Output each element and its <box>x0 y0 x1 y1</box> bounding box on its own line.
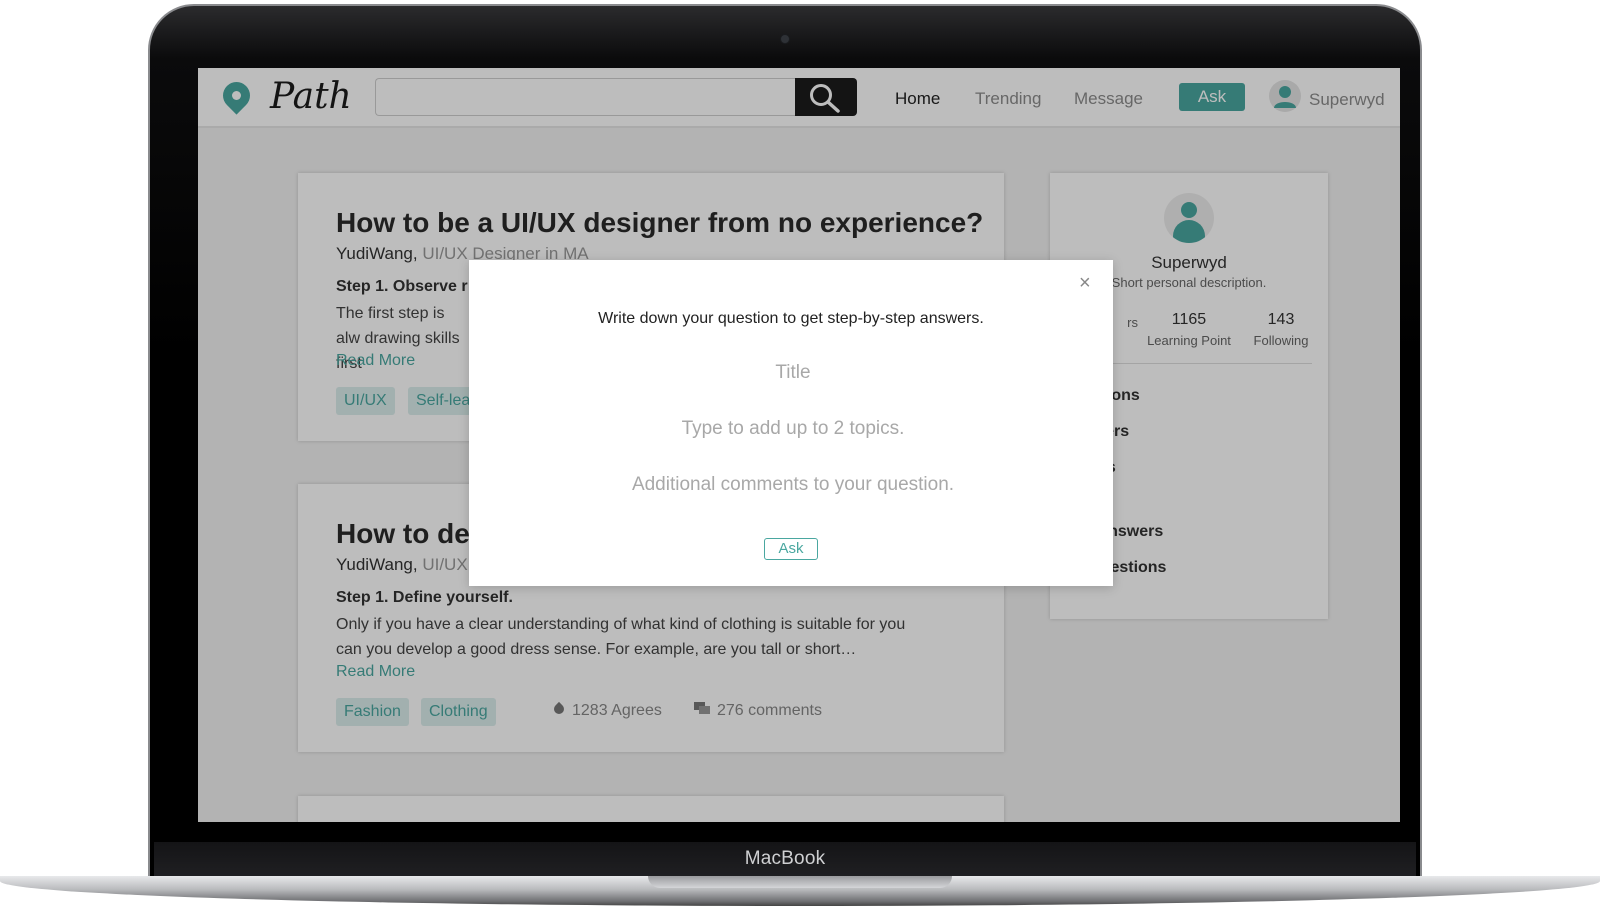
question-topics-input[interactable] <box>565 412 1021 446</box>
question-title-input[interactable] <box>565 356 1021 390</box>
close-icon[interactable]: × <box>1079 272 1091 295</box>
laptop-chin: MacBook <box>154 842 1416 878</box>
device-label: MacBook <box>744 848 826 869</box>
laptop-base-notch <box>648 876 952 888</box>
submit-question-button[interactable]: Ask <box>764 538 818 560</box>
question-comments-input[interactable] <box>565 468 1021 502</box>
modal-heading: Write down your question to get step-by-… <box>598 310 984 327</box>
browser-screen: Path Home Trending Message Ask Superwyd … <box>198 68 1400 822</box>
webcam-icon <box>780 34 790 44</box>
ask-question-modal: × Write down your question to get step-b… <box>469 260 1113 586</box>
